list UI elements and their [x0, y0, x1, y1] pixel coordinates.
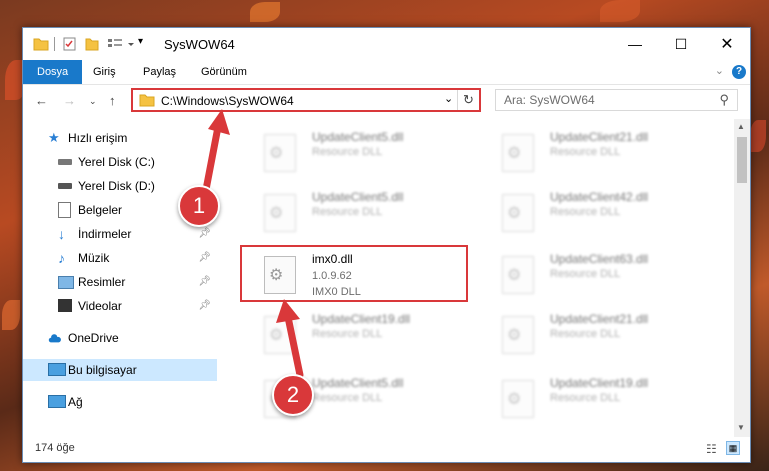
maximize-button[interactable]: ☐: [658, 28, 704, 60]
tab-dosya[interactable]: Dosya: [23, 60, 83, 84]
cloud-icon: [48, 334, 61, 343]
gear-icon: ⚙: [269, 205, 284, 222]
search-box[interactable]: Ara: SysWOW64 ⚲: [495, 89, 738, 111]
tab-giris[interactable]: Giriş: [93, 60, 116, 84]
documents-icon: [58, 202, 71, 218]
background-leaf: [750, 120, 766, 152]
music-icon: ♪: [58, 250, 65, 266]
tab-gorunum[interactable]: Görünüm: [201, 60, 247, 84]
gear-icon: ⚙: [269, 145, 284, 162]
folder-icon: [139, 94, 155, 107]
ribbon-tabs: Dosya Giriş Paylaş Görünüm ⌄ ?: [23, 60, 750, 85]
expand-ribbon-icon[interactable]: ⌄: [715, 64, 724, 77]
new-folder-icon[interactable]: [85, 37, 99, 51]
forward-icon[interactable]: →: [63, 93, 76, 108]
divider: [54, 37, 55, 51]
window-title: SysWOW64: [164, 37, 235, 52]
divider: [457, 90, 458, 110]
arrow-2-icon: [276, 299, 304, 379]
scroll-thumb[interactable]: [737, 137, 747, 183]
status-bar: 174 öğe ☷ ▦: [23, 438, 750, 462]
title-bar: ▾ SysWOW64 — ☐ ✕: [23, 28, 750, 60]
large-icons-view-icon[interactable]: ▦: [726, 441, 740, 455]
quick-access-dropdown[interactable]: ▾: [138, 36, 143, 47]
minimize-button[interactable]: —: [612, 28, 658, 60]
scroll-down-icon[interactable]: ▼: [737, 423, 745, 432]
pin-icon[interactable]: 📌︎: [198, 295, 211, 317]
list-item[interactable]: ⚙ UpdateClient63.dll Resource DLL: [478, 248, 678, 306]
address-dropdown-icon[interactable]: ⌄: [444, 92, 453, 105]
list-item[interactable]: ⚙ UpdateClient21.dll Resource DLL: [478, 308, 678, 366]
navigation-bar: ← → ⌄ ↑ C:\Windows\SysWOW64 ⌄ ↻ Ara: Sys…: [23, 85, 750, 117]
step-badge-2: 2: [272, 374, 314, 416]
list-item[interactable]: ⚙ UpdateClient5.dll Resource DLL: [240, 126, 440, 184]
pin-icon[interactable]: 📌︎: [198, 271, 211, 293]
list-item[interactable]: ⚙ UpdateClient21.dll Resource DLL: [478, 126, 678, 184]
close-button[interactable]: ✕: [704, 28, 750, 60]
sidebar-item-network[interactable]: Ağ: [23, 391, 217, 413]
sidebar-item-pictures[interactable]: Resimler 📌︎: [23, 271, 217, 293]
recent-locations-icon[interactable]: ⌄: [89, 96, 97, 107]
computer-icon: [48, 363, 66, 376]
properties-icon[interactable]: [63, 37, 77, 51]
refresh-icon[interactable]: ↻: [463, 92, 474, 108]
videos-icon: [58, 299, 72, 312]
gear-icon: ⚙: [507, 391, 522, 408]
list-item[interactable]: ⚙ UpdateClient42.dll Resource DLL: [478, 186, 678, 244]
gear-icon: ⚙: [507, 205, 522, 222]
tab-paylas[interactable]: Paylaş: [143, 60, 176, 84]
network-icon: [48, 395, 66, 408]
details-view-icon[interactable]: ☷: [706, 442, 717, 456]
step-badge-1: 1: [178, 185, 220, 227]
background-leaf: [250, 2, 280, 22]
help-icon[interactable]: ?: [732, 65, 746, 79]
file-highlight-box: [240, 245, 468, 302]
background-leaf: [2, 300, 20, 330]
sidebar-item-quick-access[interactable]: ★ Hızlı erişim: [23, 127, 217, 149]
customize-toolbar-icon[interactable]: [107, 37, 135, 51]
pictures-icon: [58, 276, 74, 289]
search-input[interactable]: Ara: SysWOW64: [504, 93, 595, 107]
background-leaf: [600, 0, 640, 22]
up-icon[interactable]: ↑: [109, 93, 116, 108]
sidebar-item-disk-c[interactable]: Yerel Disk (C:): [23, 151, 217, 173]
gear-icon: ⚙: [507, 327, 522, 344]
list-item[interactable]: ⚙ UpdateClient19.dll Resource DLL: [478, 372, 678, 430]
list-item[interactable]: ⚙ UpdateClient5.dll Resource DLL: [240, 186, 440, 244]
sidebar-item-music[interactable]: ♪ Müzik 📌︎: [23, 247, 217, 269]
item-count: 174 öğe: [35, 442, 75, 454]
sidebar-item-onedrive[interactable]: OneDrive: [23, 327, 217, 349]
sidebar-item-this-pc[interactable]: Bu bilgisayar: [23, 359, 217, 381]
vertical-scrollbar[interactable]: ▲ ▼: [734, 119, 750, 437]
back-icon[interactable]: ←: [35, 93, 48, 108]
gear-icon: ⚙: [507, 145, 522, 162]
star-icon: ★: [48, 130, 60, 145]
drive-icon: [58, 159, 72, 165]
pin-icon[interactable]: 📌︎: [198, 247, 211, 269]
sidebar-item-videos[interactable]: Videolar 📌︎: [23, 295, 217, 317]
scroll-up-icon[interactable]: ▲: [737, 122, 745, 131]
search-icon[interactable]: ⚲: [719, 92, 729, 108]
drive-icon: [58, 183, 72, 189]
sidebar-item-downloads[interactable]: ↓ İndirmeler 📌︎: [23, 223, 217, 245]
address-bar[interactable]: C:\Windows\SysWOW64 ⌄ ↻: [131, 88, 481, 112]
downloads-icon: ↓: [58, 226, 65, 242]
navigation-pane: ★ Hızlı erişim Yerel Disk (C:) Yerel Dis…: [23, 124, 217, 440]
folder-icon: [33, 38, 49, 51]
gear-icon: ⚙: [507, 267, 522, 284]
